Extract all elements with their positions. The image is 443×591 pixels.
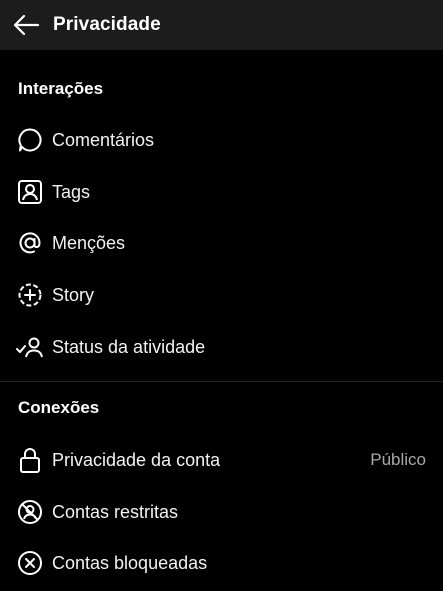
menu-item-account-privacy[interactable]: Privacidade da conta Público	[0, 442, 443, 478]
menu-item-story[interactable]: Story	[0, 277, 443, 313]
menu-item-label: Contas bloqueadas	[52, 552, 208, 573]
comment-bubble-icon	[16, 126, 44, 154]
blocked-icon	[16, 549, 44, 577]
menu-item-blocked-accounts[interactable]: Contas bloqueadas	[0, 545, 443, 581]
menu-item-restricted-accounts[interactable]: Contas restritas	[0, 494, 443, 530]
menu-item-label: Menções	[52, 232, 126, 253]
account-privacy-value: Público	[370, 450, 426, 469]
restricted-icon	[16, 498, 44, 526]
at-sign-icon	[16, 229, 44, 257]
menu-item-comments[interactable]: Comentários	[0, 122, 443, 158]
top-bar: Privacidade	[0, 0, 443, 50]
menu-item-label: Status da atividade	[52, 336, 206, 357]
page-title: Privacidade	[53, 14, 161, 35]
privacy-screen: Privacidade Interações Comentários Tags	[0, 0, 443, 591]
menu-item-label: Story	[52, 284, 95, 305]
arrow-left-icon	[12, 14, 40, 36]
section-divider	[0, 381, 443, 382]
menu-item-mentions[interactable]: Menções	[0, 225, 443, 261]
back-button[interactable]	[0, 0, 44, 50]
activity-status-icon	[16, 333, 44, 361]
menu-item-label: Comentários	[52, 129, 155, 150]
tag-person-icon	[16, 178, 44, 206]
menu-item-activity-status[interactable]: Status da atividade	[0, 329, 443, 365]
menu-item-label: Contas restritas	[52, 501, 179, 522]
menu-item-label: Privacidade da conta	[52, 449, 221, 470]
story-plus-icon	[16, 281, 44, 309]
menu-item-label: Tags	[52, 181, 91, 202]
lock-icon	[16, 446, 44, 474]
section-title-interactions: Interações	[18, 79, 104, 98]
menu-item-tags[interactable]: Tags	[0, 174, 443, 210]
section-title-connections: Conexões	[18, 398, 100, 417]
